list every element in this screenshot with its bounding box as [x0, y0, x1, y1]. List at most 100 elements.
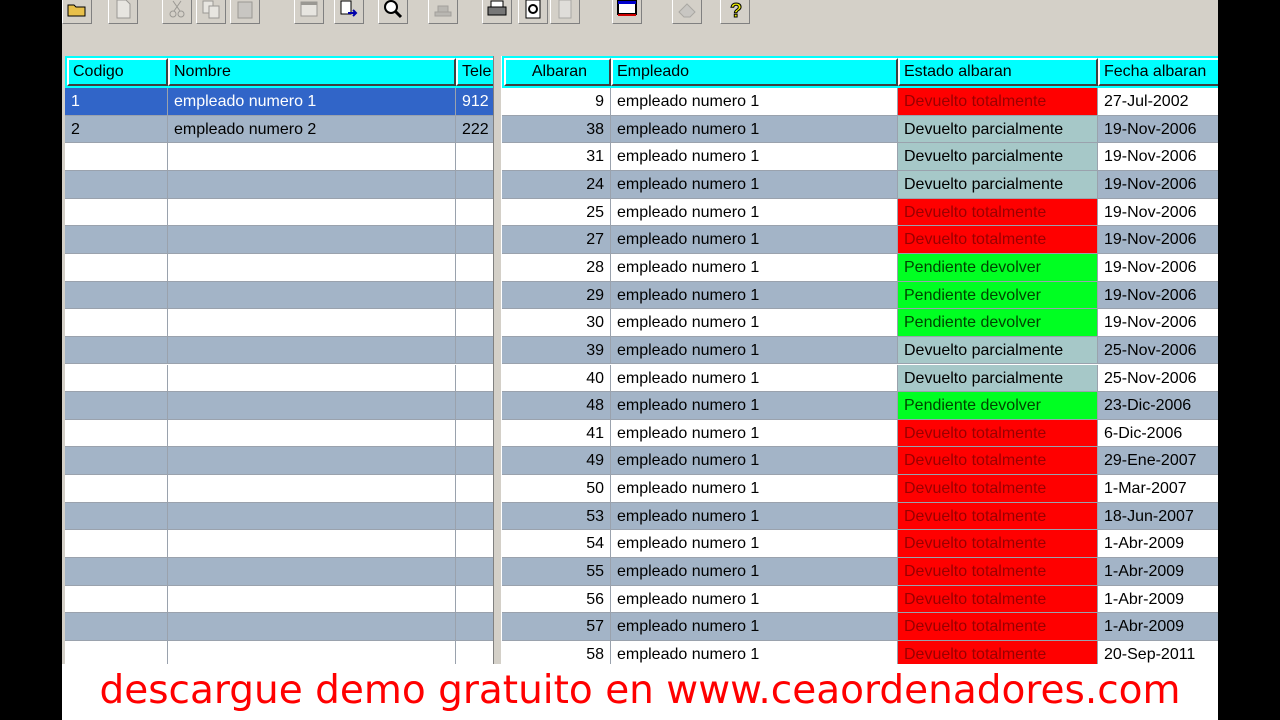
employees-grid[interactable]: Codigo Nombre Tele 1 empleado numero 1 912… — [65, 56, 493, 664]
employee-telefono-cell[interactable] — [456, 226, 493, 254]
fecha-cell[interactable]: 29-Ene-2007 — [1098, 447, 1218, 476]
empty-row[interactable] — [65, 143, 493, 171]
delivery-note-row[interactable]: 49 empleado numero 1 Devuelto totalmente 29… — [502, 447, 1218, 476]
empty-row[interactable] — [65, 170, 493, 199]
albaran-cell[interactable]: 39 — [502, 336, 611, 365]
employee-nombre-cell[interactable] — [168, 226, 456, 254]
employee-nombre-cell[interactable] — [168, 419, 456, 448]
estado-cell[interactable]: Pendiente devolver — [898, 253, 1098, 282]
albaran-cell[interactable]: 40 — [502, 364, 611, 393]
employee-nombre-cell[interactable] — [168, 475, 456, 503]
column-header-telefono[interactable]: Tele — [456, 58, 493, 86]
employee-codigo-cell[interactable] — [65, 253, 168, 282]
empty-row[interactable] — [65, 558, 493, 586]
empleado-cell[interactable]: empleado numero 1 — [611, 641, 898, 664]
empleado-cell[interactable]: empleado numero 1 — [611, 558, 898, 586]
delivery-note-row[interactable]: 58 empleado numero 1 Devuelto totalmente 20… — [502, 641, 1218, 664]
print-button[interactable] — [482, 0, 512, 24]
employee-nombre-cell[interactable] — [168, 585, 456, 614]
estado-cell[interactable]: Devuelto totalmente — [898, 88, 1098, 116]
empty-row[interactable] — [65, 226, 493, 254]
employee-telefono-cell[interactable] — [456, 613, 493, 641]
employee-codigo-cell[interactable]: 2 — [65, 115, 168, 144]
delivery-note-row[interactable]: 48 empleado numero 1 Pendiente devolver 23-… — [502, 392, 1218, 420]
estado-cell[interactable]: Devuelto parcialmente — [898, 336, 1098, 365]
employee-telefono-cell[interactable] — [456, 641, 493, 664]
delivery-note-row[interactable]: 25 empleado numero 1 Devuelto totalmente 19… — [502, 198, 1218, 227]
fecha-cell[interactable]: 1-Abr-2009 — [1098, 613, 1218, 641]
estado-cell[interactable]: Devuelto totalmente — [898, 198, 1098, 227]
employee-telefono-cell[interactable] — [456, 419, 493, 448]
empleado-cell[interactable]: empleado numero 1 — [611, 585, 898, 614]
empty-row[interactable] — [65, 502, 493, 531]
estado-cell[interactable]: Pendiente devolver — [898, 309, 1098, 337]
delivery-note-row[interactable]: 9 empleado numero 1 Devuelto totalmente 27-… — [502, 88, 1218, 116]
employee-codigo-cell[interactable] — [65, 336, 168, 365]
employee-telefono-cell[interactable] — [456, 281, 493, 310]
employee-telefono-cell[interactable] — [456, 336, 493, 365]
estado-cell[interactable]: Devuelto totalmente — [898, 530, 1098, 559]
albaran-cell[interactable]: 48 — [502, 392, 611, 420]
fecha-cell[interactable]: 27-Jul-2002 — [1098, 88, 1218, 116]
employee-telefono-cell[interactable] — [456, 558, 493, 586]
employee-codigo-cell[interactable] — [65, 641, 168, 664]
empty-row[interactable] — [65, 641, 493, 664]
employee-codigo-cell[interactable] — [65, 226, 168, 254]
employee-row[interactable]: 2 empleado numero 2 222 — [65, 115, 493, 144]
open-button[interactable] — [62, 0, 92, 24]
fecha-cell[interactable]: 19-Nov-2006 — [1098, 198, 1218, 227]
albaran-cell[interactable]: 31 — [502, 143, 611, 171]
employee-telefono-cell[interactable] — [456, 502, 493, 531]
albaran-cell[interactable]: 28 — [502, 253, 611, 282]
empty-row[interactable] — [65, 309, 493, 337]
albaran-cell[interactable]: 41 — [502, 419, 611, 448]
employee-nombre-cell[interactable] — [168, 613, 456, 641]
empty-row[interactable] — [65, 392, 493, 420]
delivery-notes-grid[interactable]: Albaran Empleado Estado albaran Fecha al… — [502, 56, 1218, 664]
employee-codigo-cell[interactable]: 1 — [65, 88, 168, 116]
estado-cell[interactable]: Devuelto totalmente — [898, 585, 1098, 614]
albaran-cell[interactable]: 54 — [502, 530, 611, 559]
employee-nombre-cell[interactable] — [168, 170, 456, 199]
empleado-cell[interactable]: empleado numero 1 — [611, 392, 898, 420]
empleado-cell[interactable]: empleado numero 1 — [611, 475, 898, 503]
estado-cell[interactable]: Devuelto parcialmente — [898, 364, 1098, 393]
fecha-cell[interactable]: 19-Nov-2006 — [1098, 170, 1218, 199]
delivery-note-row[interactable]: 38 empleado numero 1 Devuelto parcialmente… — [502, 115, 1218, 144]
fecha-cell[interactable]: 1-Abr-2009 — [1098, 530, 1218, 559]
employee-codigo-cell[interactable] — [65, 613, 168, 641]
delivery-note-row[interactable]: 30 empleado numero 1 Pendiente devolver 19-… — [502, 309, 1218, 337]
employee-nombre-cell[interactable] — [168, 281, 456, 310]
employee-codigo-cell[interactable] — [65, 198, 168, 227]
employee-codigo-cell[interactable] — [65, 392, 168, 420]
empty-row[interactable] — [65, 419, 493, 448]
employee-telefono-cell[interactable]: 222 — [456, 115, 493, 144]
delivery-note-row[interactable]: 57 empleado numero 1 Devuelto totalmente 1-… — [502, 613, 1218, 641]
empty-row[interactable] — [65, 281, 493, 310]
employee-telefono-cell[interactable] — [456, 143, 493, 171]
empty-row[interactable] — [65, 336, 493, 365]
estado-cell[interactable]: Pendiente devolver — [898, 281, 1098, 310]
albaran-cell[interactable]: 58 — [502, 641, 611, 664]
employee-telefono-cell[interactable] — [456, 530, 493, 559]
help-button[interactable]: ? — [720, 0, 750, 24]
employee-codigo-cell[interactable] — [65, 170, 168, 199]
empty-row[interactable] — [65, 364, 493, 393]
find-button[interactable] — [378, 0, 408, 24]
employee-nombre-cell[interactable] — [168, 143, 456, 171]
fecha-cell[interactable]: 1-Abr-2009 — [1098, 585, 1218, 614]
column-header-empleado[interactable]: Empleado — [611, 58, 898, 86]
estado-cell[interactable]: Devuelto totalmente — [898, 226, 1098, 254]
albaran-cell[interactable]: 27 — [502, 226, 611, 254]
empleado-cell[interactable]: empleado numero 1 — [611, 253, 898, 282]
employee-nombre-cell[interactable] — [168, 558, 456, 586]
estado-cell[interactable]: Devuelto totalmente — [898, 613, 1098, 641]
employee-telefono-cell[interactable] — [456, 309, 493, 337]
delivery-note-row[interactable]: 53 empleado numero 1 Devuelto totalmente 18… — [502, 502, 1218, 531]
estado-cell[interactable]: Devuelto totalmente — [898, 419, 1098, 448]
delivery-note-row[interactable]: 31 empleado numero 1 Devuelto parcialmente… — [502, 143, 1218, 171]
empleado-cell[interactable]: empleado numero 1 — [611, 336, 898, 365]
column-header-estado[interactable]: Estado albaran — [898, 58, 1098, 86]
export-button[interactable] — [334, 0, 364, 24]
empleado-cell[interactable]: empleado numero 1 — [611, 143, 898, 171]
